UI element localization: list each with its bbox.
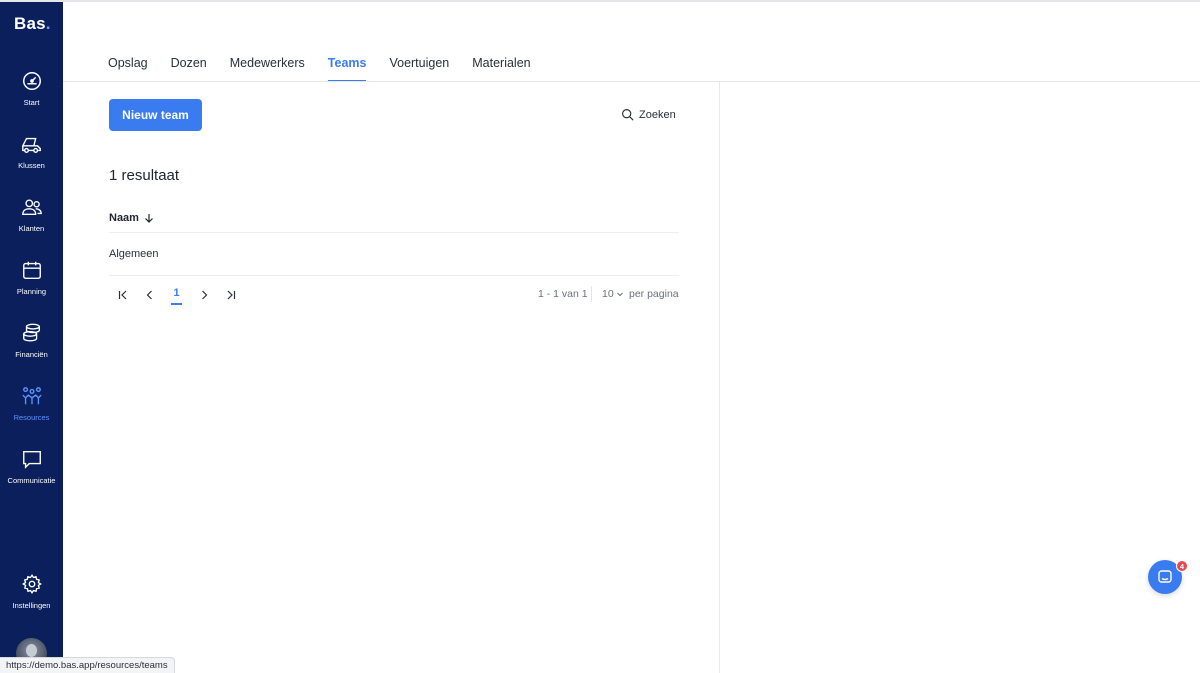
arrow-down-icon <box>145 214 153 223</box>
calendar-icon <box>22 261 41 279</box>
chat-bubble-icon <box>22 450 41 469</box>
last-page-button[interactable] <box>224 288 238 302</box>
sidebar-item-instellingen[interactable]: Instellingen <box>0 573 63 625</box>
per-page-select[interactable]: 10 <box>602 288 624 300</box>
pagination-separator <box>591 286 592 302</box>
tab-dozen[interactable]: Dozen <box>171 56 207 82</box>
chevron-left-icon <box>146 290 152 300</box>
tab-medewerkers[interactable]: Medewerkers <box>230 56 305 82</box>
sidebar-item-label: Financiën <box>15 350 48 359</box>
notification-badge: 4 <box>1176 560 1188 572</box>
sidebar-item-financien[interactable]: Financiën <box>0 322 63 374</box>
next-page-button[interactable] <box>197 288 211 302</box>
column-header-label: Naam <box>109 212 139 224</box>
table-row-divider <box>109 275 679 276</box>
search-label: Zoeken <box>639 108 676 121</box>
dump-truck-icon <box>21 137 41 153</box>
sidebar-item-label: Communicatie <box>7 476 56 485</box>
sidebar-item-label: Instellingen <box>12 601 51 610</box>
pagination-range: 1 - 1 van 1 <box>538 288 588 300</box>
sidebar-item-label: Planning <box>16 287 47 296</box>
tabs-divider <box>63 81 1200 82</box>
window-top-border <box>0 0 1200 2</box>
coins-icon <box>22 323 40 342</box>
per-page-label: per pagina <box>629 288 679 300</box>
resource-tabs: Opslag Dozen Medewerkers Teams Voertuige… <box>108 56 554 82</box>
chevron-first-icon <box>118 290 127 300</box>
page-number-current[interactable]: 1 <box>171 287 182 305</box>
sidebar-item-klussen[interactable]: Klussen <box>0 133 63 185</box>
sidebar-item-label: Resources <box>13 413 50 422</box>
results-count: 1 resultaat <box>109 167 180 184</box>
table-row[interactable]: Algemeen <box>109 248 159 260</box>
sidebar-item-planning[interactable]: Planning <box>0 259 63 311</box>
column-header-naam[interactable]: Naam <box>109 212 154 224</box>
table-header-divider <box>109 232 679 233</box>
previous-page-button[interactable] <box>143 288 157 302</box>
first-page-button[interactable] <box>116 288 130 302</box>
sidebar-item-communicatie[interactable]: Communicatie <box>0 448 63 500</box>
search-button[interactable]: Zoeken <box>621 108 676 121</box>
sidebar: Bas. Start Klussen Klanten Planning Fina… <box>0 2 63 673</box>
sidebar-item-klanten[interactable]: Klanten <box>0 196 63 248</box>
search-icon <box>622 109 634 121</box>
tab-voertuigen[interactable]: Voertuigen <box>389 56 449 82</box>
per-page-value: 10 <box>602 288 614 300</box>
sidebar-item-label: Start <box>23 98 40 107</box>
chevron-right-icon <box>202 290 208 300</box>
chat-icon <box>1158 570 1172 583</box>
gear-icon <box>21 574 42 594</box>
users-icon <box>21 199 42 216</box>
tab-materialen[interactable]: Materialen <box>472 56 530 82</box>
sidebar-item-start[interactable]: Start <box>0 70 63 122</box>
sidebar-item-label: Klanten <box>18 224 45 233</box>
tab-opslag[interactable]: Opslag <box>108 56 148 82</box>
panel-divider <box>719 82 720 673</box>
brand-logo[interactable]: Bas. <box>14 14 51 34</box>
team-resources-icon <box>21 387 42 405</box>
sidebar-item-resources[interactable]: Resources <box>0 385 63 437</box>
tab-teams[interactable]: Teams <box>327 56 366 82</box>
status-bar-url: https://demo.bas.app/resources/teams <box>0 657 175 673</box>
chevron-down-icon <box>616 292 623 297</box>
new-team-button[interactable]: Nieuw team <box>109 99 202 131</box>
gauge-icon <box>22 72 41 90</box>
chevron-last-icon <box>227 290 236 300</box>
sidebar-item-label: Klussen <box>18 161 45 170</box>
